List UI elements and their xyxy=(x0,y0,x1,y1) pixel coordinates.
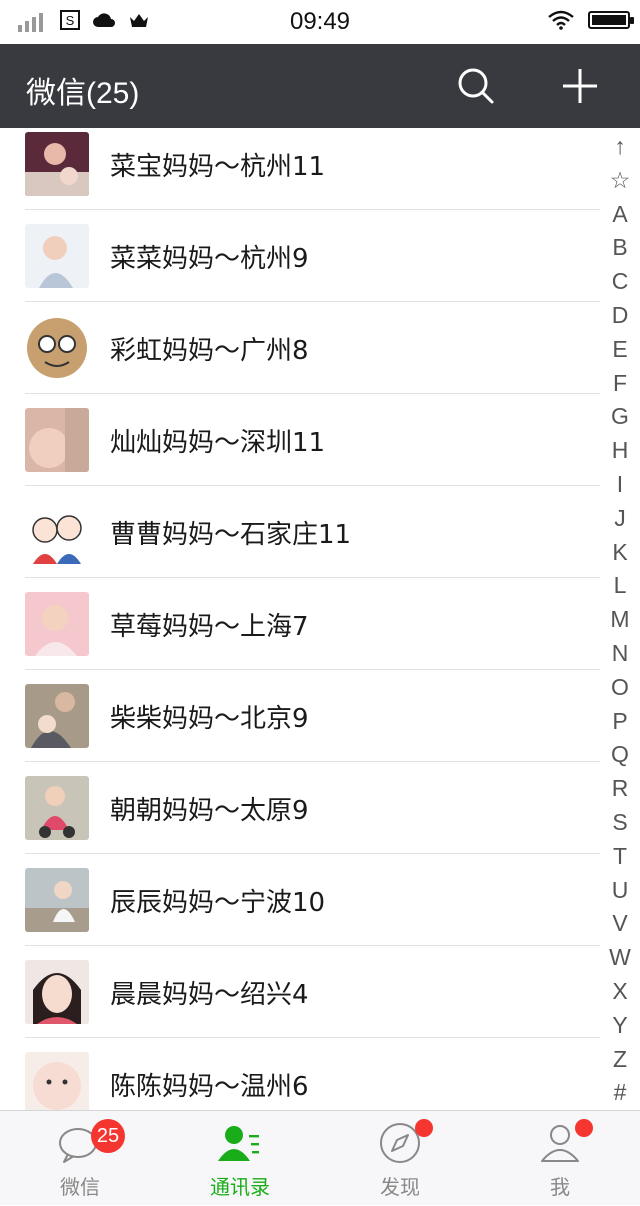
tab-label: 发现 xyxy=(380,1175,420,1199)
index-letter[interactable]: ☆ xyxy=(600,164,640,198)
tab-label: 微信 xyxy=(60,1175,100,1199)
index-letter[interactable]: ↑ xyxy=(600,130,640,164)
wifi-icon xyxy=(548,10,574,30)
index-letter[interactable]: K xyxy=(600,536,640,570)
page-title: 微信(25) xyxy=(26,77,140,110)
index-letter[interactable]: O xyxy=(600,671,640,705)
search-icon[interactable] xyxy=(456,66,496,106)
contact-avatar xyxy=(25,1052,89,1110)
contact-name: 柴柴妈妈～北京9 xyxy=(110,704,309,734)
tab-label: 我 xyxy=(550,1175,570,1199)
contact-avatar xyxy=(25,684,89,748)
contact-list[interactable]: 菜宝妈妈～杭州11 菜菜妈妈～杭州9 彩虹妈妈～广州8 灿灿妈妈～深圳11 曹曹… xyxy=(0,128,600,1110)
index-letter[interactable]: U xyxy=(600,874,640,908)
index-letter[interactable]: Z xyxy=(600,1043,640,1077)
contact-name: 菜菜妈妈～杭州9 xyxy=(110,244,309,274)
tab-label: 通讯录 xyxy=(210,1175,270,1199)
tab-discover[interactable]: 发现 xyxy=(320,1111,480,1206)
index-letter[interactable]: V xyxy=(600,907,640,941)
contact-avatar xyxy=(25,316,89,380)
status-bar: S 09:49 xyxy=(0,0,640,44)
index-letter[interactable]: C xyxy=(600,265,640,299)
contact-name: 灿灿妈妈～深圳11 xyxy=(110,428,326,458)
tab-chats[interactable]: 25 微信 xyxy=(0,1111,160,1206)
index-letter[interactable]: D xyxy=(600,299,640,333)
contact-avatar xyxy=(25,592,89,656)
contact-avatar xyxy=(25,500,89,564)
contact-avatar xyxy=(25,224,89,288)
index-letter[interactable]: H xyxy=(600,434,640,468)
status-time: 09:49 xyxy=(289,8,351,35)
index-letter[interactable]: N xyxy=(600,637,640,671)
index-letter[interactable]: T xyxy=(600,840,640,874)
contact-avatar xyxy=(25,132,89,196)
contact-name: 辰辰妈妈～宁波10 xyxy=(110,888,326,918)
unread-badge: 25 xyxy=(91,1119,125,1153)
index-letter[interactable]: L xyxy=(600,569,640,603)
contact-row[interactable]: 朝朝妈妈～太原9 xyxy=(0,762,600,854)
tab-me[interactable]: 我 xyxy=(480,1111,640,1206)
index-letter[interactable]: F xyxy=(600,367,640,401)
index-letter[interactable]: Q xyxy=(600,738,640,772)
contact-row[interactable]: 陈陈妈妈～温州6 xyxy=(0,1038,600,1110)
contact-row[interactable]: 草莓妈妈～上海7 xyxy=(0,578,600,670)
contact-name: 曹曹妈妈～石家庄11 xyxy=(110,520,352,550)
contact-row[interactable]: 彩虹妈妈～广州8 xyxy=(0,302,600,394)
contact-row[interactable]: 晨晨妈妈～绍兴4 xyxy=(0,946,600,1038)
battery-icon xyxy=(588,11,634,29)
contact-name: 彩虹妈妈～广州8 xyxy=(110,336,309,366)
contact-name: 菜宝妈妈～杭州11 xyxy=(110,152,326,182)
index-letter[interactable]: I xyxy=(600,468,640,502)
contact-avatar xyxy=(25,960,89,1024)
contact-row[interactable]: 柴柴妈妈～北京9 xyxy=(0,670,600,762)
contact-row[interactable]: 灿灿妈妈～深圳11 xyxy=(0,394,600,486)
index-letter[interactable]: A xyxy=(600,198,640,232)
new-dot xyxy=(415,1119,433,1137)
index-letter[interactable]: P xyxy=(600,705,640,739)
add-icon[interactable] xyxy=(560,66,600,106)
index-letter[interactable]: S xyxy=(600,806,640,840)
alphabet-index[interactable]: ↑ ☆ A B C D E F G H I J K L M N O P Q R S T U V W X Y Z # xyxy=(600,130,640,1110)
contact-avatar xyxy=(25,868,89,932)
contact-row[interactable]: 菜宝妈妈～杭州11 xyxy=(0,128,600,210)
tab-bar: 25 微信 通讯录 发现 我 xyxy=(0,1110,640,1205)
contact-name: 朝朝妈妈～太原9 xyxy=(110,796,309,826)
index-letter[interactable]: # xyxy=(600,1076,640,1110)
contact-row[interactable]: 辰辰妈妈～宁波10 xyxy=(0,854,600,946)
contact-row[interactable]: 曹曹妈妈～石家庄11 xyxy=(0,486,600,578)
contact-name: 陈陈妈妈～温州6 xyxy=(110,1072,309,1102)
new-dot xyxy=(575,1119,593,1137)
index-letter[interactable]: M xyxy=(600,603,640,637)
index-letter[interactable]: Y xyxy=(600,1009,640,1043)
index-letter[interactable]: W xyxy=(600,941,640,975)
contact-name: 晨晨妈妈～绍兴4 xyxy=(110,980,309,1010)
index-letter[interactable]: J xyxy=(600,502,640,536)
contact-name: 草莓妈妈～上海7 xyxy=(110,612,309,642)
index-letter[interactable]: R xyxy=(600,772,640,806)
contacts-icon xyxy=(218,1126,259,1161)
index-letter[interactable]: G xyxy=(600,400,640,434)
index-letter[interactable]: X xyxy=(600,975,640,1009)
index-letter[interactable]: E xyxy=(600,333,640,367)
navigation-bar: 微信(25) xyxy=(0,44,640,128)
index-letter[interactable]: B xyxy=(600,231,640,265)
contact-row[interactable]: 菜菜妈妈～杭州9 xyxy=(0,210,600,302)
contact-avatar xyxy=(25,776,89,840)
tab-contacts[interactable]: 通讯录 xyxy=(160,1111,320,1206)
contact-avatar xyxy=(25,408,89,472)
